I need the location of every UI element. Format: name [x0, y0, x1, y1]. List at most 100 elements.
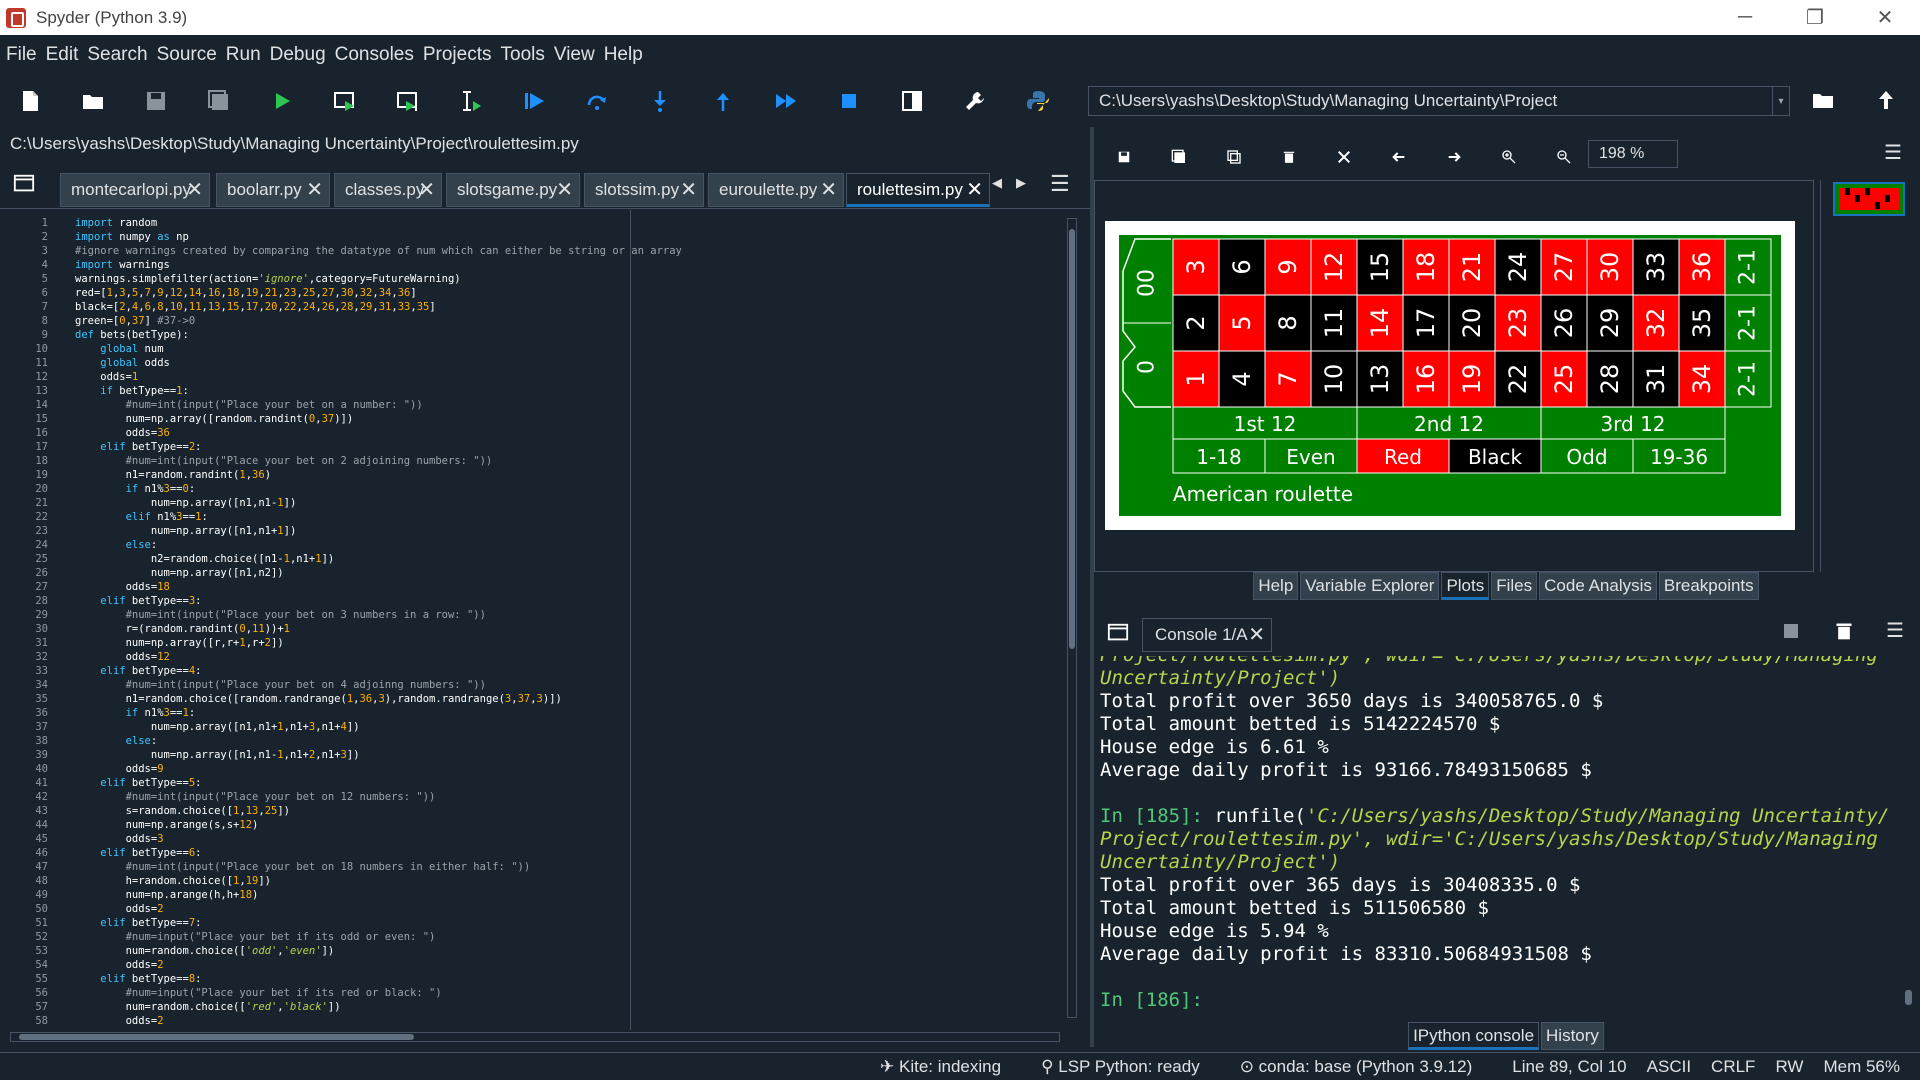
run-icon[interactable]: [266, 85, 298, 117]
zoom-out-icon[interactable]: [1552, 145, 1576, 169]
close-tab-icon[interactable]: ✕: [680, 174, 697, 206]
save-icon[interactable]: [140, 85, 172, 117]
menu-run[interactable]: Run: [226, 44, 261, 66]
tab-ipython-console[interactable]: IPython console: [1408, 1022, 1540, 1050]
code-line: green=[0,37] #37->0: [75, 315, 196, 327]
open-file-icon[interactable]: [77, 85, 109, 117]
menu-file[interactable]: File: [6, 44, 37, 66]
tab-euroulette[interactable]: euroulette.py ✕: [708, 173, 844, 207]
tab-help[interactable]: Help: [1253, 572, 1299, 600]
preferences-wrench-icon[interactable]: [959, 85, 991, 117]
menu-debug[interactable]: Debug: [270, 44, 326, 66]
code-line: odds=2: [75, 959, 164, 971]
close-tab-icon[interactable]: ✕: [820, 174, 837, 206]
console-line: Total profit over 365 days is 30408335.0…: [1100, 874, 1581, 896]
tab-label: slotsgame.py: [457, 180, 558, 199]
close-tab-icon[interactable]: ✕: [306, 174, 323, 206]
close-tab-icon[interactable]: ✕: [966, 174, 983, 206]
figure-caption: American roulette: [1173, 482, 1353, 506]
zoom-in-icon[interactable]: [1497, 145, 1521, 169]
console-line: In [185]: runfile('C:/Users/yashs/Deskto…: [1100, 805, 1890, 827]
tab-boolarr[interactable]: boolarr.py ✕: [216, 173, 330, 207]
menu-help[interactable]: Help: [604, 44, 643, 66]
close-tab-icon[interactable]: ✕: [418, 174, 435, 206]
menu-source[interactable]: Source: [157, 44, 217, 66]
clear-console-trash-icon[interactable]: [1834, 620, 1854, 642]
working-directory-field[interactable]: C:\Users\yashs\Desktop\Study\Managing Un…: [1088, 86, 1790, 116]
save-all-plots-icon[interactable]: [1167, 145, 1191, 169]
new-file-icon[interactable]: [14, 85, 46, 117]
close-tab-icon[interactable]: ✕: [556, 174, 573, 206]
tab-montecarlopi[interactable]: montecarlopi.py ✕: [60, 173, 210, 207]
code-line: #num=input("Place your bet if its odd or…: [125, 931, 436, 943]
close-button[interactable]: ✕: [1850, 0, 1920, 35]
run-cell-advance-icon[interactable]: [392, 85, 424, 117]
next-plot-icon[interactable]: [1442, 145, 1466, 169]
editor-options-menu-icon[interactable]: ☰: [1050, 171, 1070, 197]
step-over-icon[interactable]: [581, 85, 613, 117]
tab-roulettesim[interactable]: roulettesim.py ✕: [846, 173, 990, 207]
tab-scroll-left-icon[interactable]: ◀: [992, 175, 1002, 191]
menu-search[interactable]: Search: [87, 44, 147, 66]
tab-slotsgame[interactable]: slotsgame.py ✕: [446, 173, 580, 207]
run-cell-icon[interactable]: [329, 85, 361, 117]
tab-code-analysis[interactable]: Code Analysis: [1539, 572, 1657, 600]
restore-button[interactable]: ❐: [1780, 0, 1850, 35]
number-label: 23: [1504, 308, 1532, 339]
parent-directory-icon[interactable]: [1874, 88, 1902, 114]
zoom-level-field[interactable]: 198 %: [1588, 140, 1678, 168]
plots-options-menu-icon[interactable]: ☰: [1884, 140, 1902, 165]
step-out-icon[interactable]: [707, 85, 739, 117]
line-number: 1: [41, 217, 48, 229]
copy-plot-icon[interactable]: [1222, 145, 1246, 169]
remove-plot-icon[interactable]: [1277, 145, 1301, 169]
stop-icon[interactable]: [833, 85, 865, 117]
menu-tools[interactable]: Tools: [501, 44, 545, 66]
tab-label: euroulette.py: [719, 180, 818, 199]
tab-classes[interactable]: classes.py ✕: [334, 173, 442, 207]
save-plot-icon[interactable]: [1112, 145, 1136, 169]
tab-history[interactable]: History: [1541, 1022, 1604, 1050]
remove-all-plots-icon[interactable]: [1332, 145, 1356, 169]
run-selection-icon[interactable]: [455, 85, 487, 117]
minimize-button[interactable]: ─: [1710, 0, 1780, 35]
previous-plot-icon[interactable]: [1387, 145, 1411, 169]
menu-view[interactable]: View: [554, 44, 595, 66]
plot-viewer[interactable]: 3 6 9 12 15 18 21 24 27 30 33 36 2-1 2 5 8 11 14 17 20 23 26 2…: [1094, 180, 1814, 572]
line-number: 24: [35, 539, 48, 551]
code-text[interactable]: import random import numpy as np #ignore w…: [75, 216, 1065, 1028]
console-options-menu-icon[interactable]: ☰: [1886, 618, 1904, 643]
tab-variable-explorer[interactable]: Variable Explorer: [1300, 572, 1440, 600]
editor-vertical-scrollbar[interactable]: [1067, 218, 1077, 1018]
tab-scroll-right-icon[interactable]: ▶: [1016, 175, 1026, 191]
menu-projects[interactable]: Projects: [423, 44, 492, 66]
editor-horizontal-scrollbar[interactable]: [10, 1032, 1060, 1042]
menu-consoles[interactable]: Consoles: [335, 44, 414, 66]
maximize-pane-icon[interactable]: [896, 85, 928, 117]
interrupt-kernel-icon[interactable]: [1784, 624, 1798, 638]
console-scrollbar[interactable]: [1904, 660, 1914, 1015]
debug-icon[interactable]: [518, 85, 550, 117]
plot-thumbnail[interactable]: [1833, 182, 1905, 216]
menu-edit[interactable]: Edit: [46, 44, 79, 66]
chevron-down-icon[interactable]: ▾: [1772, 86, 1790, 116]
close-console-icon[interactable]: ✕: [1248, 619, 1265, 651]
tab-slotssim[interactable]: slotssim.py ✕: [584, 173, 704, 207]
browse-tabs-icon[interactable]: [12, 173, 40, 197]
save-all-icon[interactable]: [203, 85, 235, 117]
browse-folder-icon[interactable]: [1810, 88, 1838, 114]
browse-console-tabs-icon[interactable]: [1106, 622, 1130, 644]
code-editor[interactable]: 1 2 3 4 5 6 7 8 9 10 11 12 13 14 15 16 17 18 19 20 21 22 23 24 2…: [0, 210, 1090, 1042]
continue-icon[interactable]: [770, 85, 802, 117]
number-label: 28: [1596, 364, 1624, 395]
code-line: n1=random.randint(1,36): [75, 469, 272, 481]
ipython-console[interactable]: Project/roulettesim.py', wdir='C:/Users/…: [1094, 656, 1920, 1018]
close-tab-icon[interactable]: ✕: [186, 174, 203, 206]
number-label: 36: [1688, 252, 1716, 283]
console-tab[interactable]: Console 1/A ✕: [1142, 618, 1272, 652]
tab-breakpoints[interactable]: Breakpoints: [1658, 572, 1759, 600]
tab-plots[interactable]: Plots: [1441, 572, 1490, 600]
python-path-icon[interactable]: [1022, 85, 1054, 117]
tab-files[interactable]: Files: [1491, 572, 1538, 600]
step-into-icon[interactable]: [644, 85, 676, 117]
